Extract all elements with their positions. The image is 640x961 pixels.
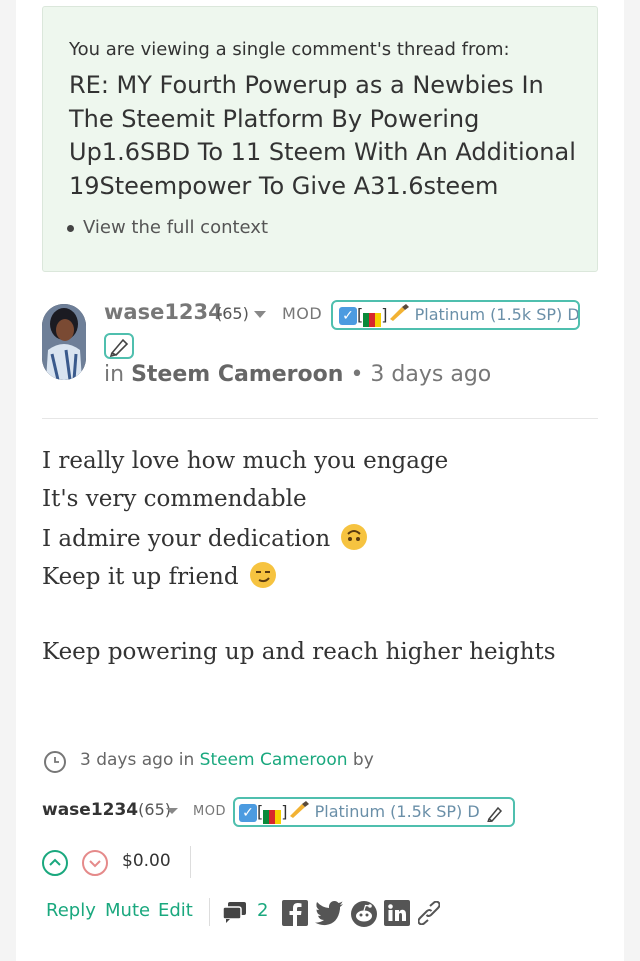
pencil-icon xyxy=(109,338,129,358)
smirking-face-icon xyxy=(249,562,276,588)
author-reputation: (65) xyxy=(216,304,249,323)
reply-button[interactable]: Reply xyxy=(46,900,96,921)
divider xyxy=(42,418,598,419)
mod-label: MOD xyxy=(282,304,323,323)
pencil-badge xyxy=(104,333,134,359)
footer-in: in xyxy=(178,750,195,770)
in-label: in xyxy=(104,362,125,387)
separator: • xyxy=(350,362,364,387)
context-post-title[interactable]: RE: MY Fourth Powerup as a Newbies In Th… xyxy=(69,69,579,203)
badge-label: Platinum (1.5k SP) D xyxy=(414,305,580,324)
comment-count[interactable]: 2 xyxy=(257,900,268,921)
avatar[interactable] xyxy=(42,304,86,380)
bullet xyxy=(67,225,74,232)
comment-body-line: Keep powering up and reach higher height… xyxy=(42,639,556,665)
view-full-context-label[interactable]: View the full context xyxy=(83,217,268,238)
divider xyxy=(209,898,210,926)
divider xyxy=(190,846,191,878)
community-link[interactable]: Steem Cameroon xyxy=(131,362,343,387)
facebook-icon[interactable] xyxy=(282,900,308,930)
comment-body-line: I admire your dedication xyxy=(42,524,368,552)
payout-value[interactable]: $0.00 xyxy=(122,851,171,871)
twitter-icon[interactable] xyxy=(314,900,344,930)
comment-body-line: It's very commendable xyxy=(42,486,307,512)
comment-body-text: I admire your dedication xyxy=(42,526,331,552)
footer-author-name[interactable]: wase1234(65) xyxy=(42,800,171,820)
footer-community-link[interactable]: Steem Cameroon xyxy=(200,750,348,770)
comments-icon[interactable] xyxy=(222,900,248,928)
thread-context-box: You are viewing a single comment's threa… xyxy=(42,6,598,272)
cameroon-flag-icon xyxy=(263,806,282,824)
footer-author-label[interactable]: wase1234 xyxy=(42,800,138,820)
pencil-icon xyxy=(486,806,502,823)
footer-badge-label: Platinum (1.5k SP) D xyxy=(314,802,480,821)
footer-by: by xyxy=(352,750,374,770)
footer-meta: 3 days ago in Steem Cameroon by xyxy=(80,750,374,770)
comment-body-line: Keep it up friend xyxy=(42,562,276,590)
reddit-icon[interactable] xyxy=(350,900,378,932)
footer-user-badge: ✓[] Platinum (1.5k SP) D xyxy=(233,797,515,827)
author-name[interactable]: wase1234 xyxy=(104,300,223,324)
comment-body-line: I really love how much you engage xyxy=(42,448,449,474)
user-badge: ✓[] Platinum (1.5k SP) D xyxy=(331,300,580,330)
comment-body-text: Keep it up friend xyxy=(42,564,239,590)
cameroon-flag-icon xyxy=(363,309,382,327)
caret-down-icon[interactable] xyxy=(166,808,178,814)
checkmark-icon: ✓ xyxy=(339,306,357,325)
edit-button[interactable]: Edit xyxy=(158,900,193,921)
footer-time[interactable]: 3 days ago xyxy=(80,750,173,770)
link-icon[interactable] xyxy=(417,900,441,929)
linkedin-icon[interactable] xyxy=(384,900,410,930)
view-full-context-link[interactable]: View the full context xyxy=(67,217,268,238)
mute-button[interactable]: Mute xyxy=(105,900,150,921)
context-intro: You are viewing a single comment's threa… xyxy=(69,39,510,60)
clock-icon xyxy=(44,751,66,773)
comment-time[interactable]: 3 days ago xyxy=(370,362,491,387)
caret-down-icon[interactable] xyxy=(254,311,266,318)
upvote-icon[interactable] xyxy=(42,850,68,876)
downvote-icon[interactable] xyxy=(82,850,108,876)
checkmark-icon: ✓ xyxy=(239,803,257,822)
writing-hand-icon xyxy=(288,800,310,826)
community-line: in Steem Cameroon • 3 days ago xyxy=(104,362,491,387)
upside-down-face-icon xyxy=(341,524,368,550)
footer-mod-label: MOD xyxy=(193,804,226,819)
writing-hand-icon xyxy=(388,303,410,329)
